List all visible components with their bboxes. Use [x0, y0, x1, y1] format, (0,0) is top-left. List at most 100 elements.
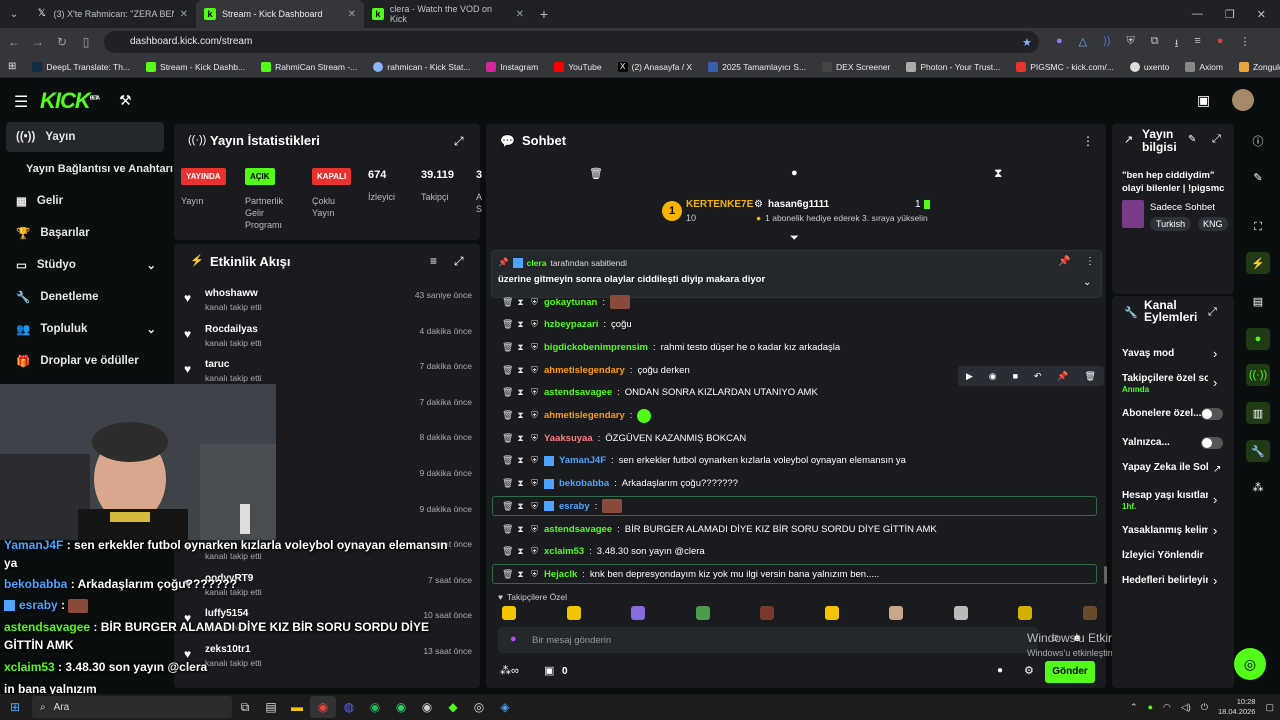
close-tab-icon[interactable]: ✕: [180, 9, 188, 20]
browser-tab-x[interactable]: 𝕏 (3) X'te Rahmican: "ZERA BEN I ✕: [28, 0, 196, 28]
bookmark-star-icon[interactable]: ★: [1022, 36, 1032, 49]
volume-icon[interactable]: ◁): [1181, 702, 1191, 713]
url-field[interactable]: dashboard.kick.com/stream: [104, 31, 1039, 53]
chat-message[interactable]: 🗑 ⧗ ⛨ gokaytunan:: [502, 292, 1098, 312]
chat-username[interactable]: bekobabba: [559, 478, 609, 489]
whatsapp-icon[interactable]: ◉: [388, 696, 414, 718]
hourglass-icon[interactable]: ⧗: [516, 410, 525, 421]
hourglass-icon[interactable]: ⧗: [516, 569, 525, 580]
unpin-icon[interactable]: 📌: [1058, 256, 1070, 267]
bookmark[interactable]: RahmiCan Stream -...: [253, 61, 365, 72]
sidebar-toggle-icon[interactable]: ▯: [74, 35, 98, 49]
hourglass-icon[interactable]: ⧗: [516, 478, 525, 489]
broadcast-icon[interactable]: ((·)): [1246, 364, 1270, 386]
event-user[interactable]: taruc: [205, 359, 229, 370]
forward-icon[interactable]: →: [26, 35, 50, 49]
bookmark[interactable]: Photon - Your Trust...: [898, 61, 1008, 72]
delete-icon[interactable]: 🗑: [502, 546, 513, 557]
sidebar-item-topluluk[interactable]: 👥 Topluluk ⌄: [6, 314, 164, 344]
channel-action-item[interactable]: Takipçilere özel sohbetAnında: [1122, 373, 1208, 395]
gift-event-user[interactable]: hasan6g1111: [768, 199, 829, 210]
chat-username[interactable]: xclaim53: [544, 546, 584, 557]
chat-username[interactable]: bigdickobenimprensim: [544, 342, 648, 353]
channel-action-item[interactable]: Yasaklanmış kelime: [1122, 525, 1208, 536]
chat-username[interactable]: ahmetislegendary: [544, 365, 625, 376]
delete-icon[interactable]: 🗑: [502, 342, 513, 353]
chat-message[interactable]: 🗑 ⧗ ⛨ esraby:: [492, 496, 1097, 517]
pin-icon[interactable]: 📌: [1057, 371, 1068, 382]
chat-message[interactable]: 🗑 ⧗ ⛨ ahmetislegendary:: [502, 406, 1098, 426]
sidebar-item-droplar[interactable]: 🎁 Droplar ve ödüller: [6, 346, 164, 376]
chat-username[interactable]: ahmetislegendary: [544, 410, 625, 421]
maximize-icon[interactable]: ❐: [1225, 8, 1235, 21]
emote-option[interactable]: [695, 606, 710, 620]
chat-bubble-icon[interactable]: ●: [997, 665, 1003, 676]
extension-icon[interactable]: ●: [1056, 35, 1063, 54]
extension-icon[interactable]: )): [1103, 35, 1110, 54]
chat-username[interactable]: astendsavagee: [544, 524, 612, 535]
sidebar-item-basarilar[interactable]: 🏆 Başarılar: [6, 218, 164, 248]
bookmark[interactable]: YouTube: [546, 61, 609, 72]
tag-kng[interactable]: KNG: [1198, 217, 1228, 231]
wifi-icon[interactable]: ◠: [1163, 702, 1171, 713]
points-icon[interactable]: ⁂∞: [500, 664, 519, 677]
chat-scrollbar[interactable]: [1104, 566, 1107, 584]
toggle-switch[interactable]: [1201, 408, 1223, 420]
points-icon[interactable]: ⁂: [1246, 476, 1270, 498]
chat-username[interactable]: esraby: [559, 501, 590, 512]
kick-logo[interactable]: KICKBETA: [40, 88, 100, 114]
undo-icon[interactable]: ↶: [1034, 371, 1042, 382]
emote-option[interactable]: [631, 606, 645, 620]
edit-icon[interactable]: ✎: [1188, 134, 1196, 145]
chrome-icon[interactable]: ◉: [310, 696, 336, 718]
channel-action-item[interactable]: Yavaş mod: [1122, 348, 1208, 359]
delete-icon[interactable]: 🗑: [502, 478, 513, 489]
studio-toggle-icon[interactable]: ▣: [1197, 92, 1210, 109]
delete-icon[interactable]: 🗑: [502, 501, 513, 512]
chat-username[interactable]: Yaaksuyaa: [544, 433, 593, 444]
bookmark[interactable]: rahmican - Kick Stat...: [365, 61, 478, 72]
user-avatar[interactable]: [1232, 89, 1254, 111]
apps-icon[interactable]: ⊞: [0, 61, 24, 72]
hourglass-icon[interactable]: ⧗: [516, 433, 525, 444]
chat-icon[interactable]: ●: [1246, 328, 1270, 350]
wrench-icon[interactable]: 🔧: [1246, 440, 1270, 462]
taskbar-search[interactable]: ⌕ Ara: [32, 696, 232, 718]
mic-icon[interactable]: ●: [510, 633, 517, 645]
chat-message[interactable]: 🗑 ⧗ ⛨ bigdickobenimprensim: rahmi testo düşe…: [502, 337, 1098, 357]
chat-username[interactable]: YamanJ4F: [559, 455, 606, 466]
delete-icon[interactable]: 🗑: [502, 387, 513, 398]
shield-icon[interactable]: ⛨: [1126, 35, 1134, 54]
popout-icon[interactable]: ⤢: [454, 254, 464, 269]
windows-start-icon[interactable]: ⊞: [2, 696, 28, 718]
delete-icon[interactable]: 🗑: [502, 365, 513, 376]
emote-option[interactable]: [953, 606, 968, 620]
chat-message[interactable]: 🗑 ⧗ ⛨ bekobabba: Arkadaşlarım çoğu???????: [502, 474, 1098, 494]
extensions-puzzle-icon[interactable]: ⧉: [1151, 35, 1159, 54]
profile-avatar[interactable]: ●: [1217, 35, 1224, 54]
channel-action-item[interactable]: Hedefleri belirleyin: [1122, 575, 1208, 586]
sidebar-item-gelir[interactable]: ▦ Gelir: [6, 186, 164, 216]
top-gifter-name[interactable]: KERTENKE7E: [686, 199, 753, 210]
notification-icon[interactable]: ▢: [1265, 702, 1274, 713]
emote-option[interactable]: [1018, 606, 1032, 620]
chat-username[interactable]: hzbeypazari: [544, 319, 598, 330]
popout-icon[interactable]: ⤢: [1208, 306, 1217, 319]
popout-icon[interactable]: ⤢: [454, 134, 464, 149]
hourglass-icon[interactable]: ⧗: [516, 501, 525, 512]
popout-icon[interactable]: ⤢: [1212, 133, 1221, 146]
trash-icon[interactable]: 🗑: [589, 167, 603, 180]
chat-message[interactable]: 🗑 ⧗ ⛨ Hejaclk: knk ben depresyondayım kiz yo…: [492, 564, 1097, 585]
minimize-icon[interactable]: —: [1192, 8, 1203, 21]
reply-icon[interactable]: ◉: [989, 371, 997, 382]
help-support-button[interactable]: ◎: [1234, 648, 1266, 680]
sidebar-item-stream-key[interactable]: Yayın Bağlantısı ve Anahtarı: [6, 154, 174, 184]
filter-icon[interactable]: ≡: [430, 254, 437, 268]
discord-icon[interactable]: ◍: [336, 696, 362, 718]
extension-icon[interactable]: △: [1079, 35, 1087, 54]
bookmark[interactable]: PIGSMC - kick.com/...: [1008, 61, 1122, 72]
category-name[interactable]: Sadece Sohbet: [1150, 202, 1215, 213]
reload-icon[interactable]: ↻: [50, 35, 74, 49]
hourglass-icon[interactable]: ⧗: [516, 546, 525, 557]
emote-option[interactable]: [566, 606, 581, 620]
